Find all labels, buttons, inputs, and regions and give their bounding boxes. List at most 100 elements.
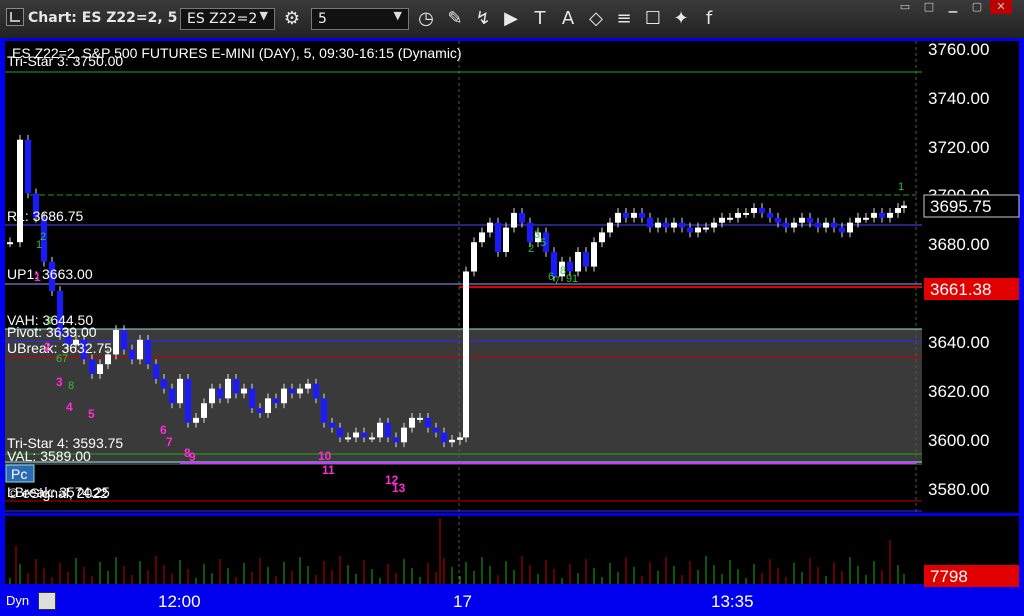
down-candle	[567, 261, 573, 272]
lbreak-label: LBreak: 3574.25	[7, 484, 110, 500]
count-label-green: 7	[62, 353, 68, 365]
up-candle	[503, 227, 509, 252]
up-candle	[743, 212, 749, 215]
up-candle	[193, 417, 199, 423]
count-label-magenta: 5	[88, 407, 95, 421]
up-candle	[209, 388, 215, 404]
chart-app-icon	[6, 8, 24, 26]
up-candle	[671, 222, 677, 228]
clock-icon[interactable]: ◷	[414, 7, 438, 31]
down-candle	[313, 383, 319, 399]
up-candle	[297, 388, 303, 394]
up-candle	[479, 232, 485, 243]
count-label-magenta: 2	[44, 340, 51, 354]
up-candle	[7, 242, 13, 245]
up-candle	[823, 222, 829, 228]
price-tick: 3720.00	[928, 138, 989, 157]
pencil-icon[interactable]: ✎	[443, 7, 467, 31]
facebook-icon[interactable]: f	[697, 7, 721, 31]
down-candle	[639, 212, 645, 218]
up-candle	[369, 437, 375, 440]
count-label-green: 2	[528, 243, 534, 255]
chart-pc-icon[interactable]	[38, 592, 56, 610]
count-label-magenta: 13	[392, 481, 406, 495]
minimize-icon[interactable]: ▁	[942, 0, 964, 14]
eraser-icon[interactable]: ◇	[584, 7, 608, 31]
symbol-input[interactable]: ES Z22=2 ▼	[180, 8, 275, 30]
down-candle	[783, 222, 789, 228]
down-candle	[257, 408, 263, 413]
up-candle	[377, 422, 383, 438]
up-candle	[449, 439, 455, 443]
down-candle	[217, 388, 223, 399]
up-candle	[201, 403, 207, 418]
up-candle	[281, 388, 287, 404]
count-label-green: 2	[40, 231, 46, 243]
twitter-icon[interactable]: ✦	[669, 7, 693, 31]
time-tick: 13:35	[711, 592, 754, 611]
title-bar: Chart: ES Z22=2, 5 ES Z22=2 ▼ ⚙ 5 ▼ ◷ ✎ …	[0, 0, 1024, 39]
down-candle	[185, 378, 191, 423]
maximize-icon[interactable]: □	[918, 0, 940, 14]
indicator-icon[interactable]: ≡	[612, 7, 636, 31]
down-candle	[815, 222, 821, 228]
down-candle	[807, 217, 813, 223]
close-icon[interactable]: ✕	[990, 0, 1012, 14]
up-candle	[615, 212, 621, 223]
down-candle	[329, 422, 335, 428]
up-candle	[719, 217, 725, 223]
count-label-magenta: 9	[189, 450, 196, 464]
up-candle	[711, 222, 717, 228]
comment-icon[interactable]: ☐	[641, 7, 665, 31]
price-tick: 3580.00	[928, 480, 989, 499]
up-candle	[695, 227, 701, 233]
down-candle	[775, 217, 781, 223]
up-candle	[17, 139, 23, 243]
val-label: VAL: 3589.00	[7, 448, 91, 464]
highlight-price: 3661.38	[930, 280, 991, 299]
restore-down-icon[interactable]: ▢	[966, 0, 988, 14]
interval-select[interactable]: 5 ▼	[311, 8, 409, 30]
price-chart[interactable]: ES Z22=2, S&P 500 FUTURES E-MINI (DAY), …	[0, 38, 1024, 588]
line-draw-icon[interactable]: ↯	[471, 7, 495, 31]
chevron-down-icon: ▼	[393, 9, 402, 22]
down-candle	[321, 398, 327, 423]
count-label-magenta: 1	[34, 270, 41, 284]
price-tick: 3760.00	[928, 40, 989, 59]
time-tick: 12:00	[158, 592, 201, 611]
down-candle	[767, 212, 773, 218]
count-label-magenta: 11	[322, 463, 335, 477]
count-label-magenta: 7	[166, 435, 173, 449]
settings-icon[interactable]: ⚙	[280, 7, 304, 31]
symbol-value: ES Z22=2	[187, 11, 258, 27]
up-candle	[471, 242, 477, 272]
down-candle	[153, 364, 159, 379]
dyn-label[interactable]: Dyn	[6, 593, 29, 608]
up-candle	[655, 222, 661, 228]
up-candle	[631, 212, 637, 218]
up-candle	[791, 222, 797, 228]
up-candle	[799, 217, 805, 223]
text-tool-icon[interactable]: T	[528, 7, 552, 31]
volume-value: 7798	[930, 567, 968, 586]
up-candle	[863, 217, 869, 220]
down-candle	[583, 251, 589, 267]
restore-icon[interactable]: ▭	[894, 0, 916, 14]
up-candle	[847, 222, 853, 233]
up-candle	[575, 251, 581, 272]
down-candle	[161, 378, 167, 389]
alert-icon[interactable]: A	[556, 7, 580, 31]
up-candle	[855, 217, 861, 223]
up-candle	[113, 330, 119, 355]
r1-label: R1: 3686.75	[7, 208, 83, 224]
chevron-down-icon: ▼	[259, 9, 268, 22]
down-candle	[121, 330, 127, 350]
down-candle	[169, 388, 175, 404]
count-label-magenta: 3	[56, 375, 63, 389]
up-candle	[417, 417, 423, 420]
play-icon[interactable]: ▶	[499, 7, 523, 31]
up-candle	[97, 364, 103, 374]
up-candle	[887, 212, 893, 218]
price-tick: 3680.00	[928, 235, 989, 254]
up-candle	[265, 398, 271, 413]
